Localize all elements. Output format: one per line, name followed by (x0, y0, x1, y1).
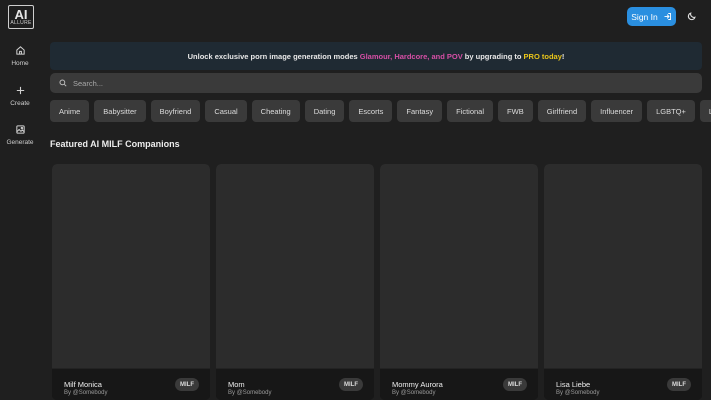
companion-name: Mom (228, 380, 245, 389)
sidebar-item-home[interactable]: Home (0, 45, 40, 67)
app-logo[interactable]: AI ALLURE (8, 5, 34, 29)
sidebar-item-label: Home (11, 60, 29, 67)
companion-tag: MILF (339, 378, 363, 391)
category-chip[interactable]: Influencer (591, 100, 643, 122)
companion-tag: MILF (175, 378, 199, 391)
banner-pro-link[interactable]: PRO today (524, 52, 562, 61)
companion-photo-placeholder (52, 164, 210, 369)
sidebar: Home Create Generate (0, 33, 40, 400)
banner-text: ! (561, 51, 565, 61)
companion-author: By @Somebody (228, 390, 272, 396)
category-chip[interactable]: Boyfriend (150, 100, 201, 122)
banner-text: by upgrading to (462, 51, 524, 61)
companion-photo-placeholder (380, 164, 538, 369)
category-chips: Anime Babysitter Boyfriend Casual Cheati… (50, 100, 711, 122)
companion-name: Mommy Aurora (392, 380, 443, 389)
card-footer: Mom By @Somebody MILF (216, 369, 374, 400)
logo-subtext: ALLURE (10, 20, 32, 26)
section-title: Featured AI MILF Companions (50, 139, 180, 149)
card-footer: Mommy Aurora By @Somebody MILF (380, 369, 538, 400)
category-chip[interactable]: Anime (50, 100, 90, 122)
companion-card[interactable]: Lisa Liebe By @Somebody MILF (544, 164, 702, 400)
companion-tag: MILF (503, 378, 527, 391)
companion-card[interactable]: Mom By @Somebody MILF (216, 164, 374, 400)
category-chip[interactable]: Fictional (447, 100, 494, 122)
sidebar-item-label: Create (10, 100, 30, 107)
category-chip[interactable]: Babysitter (94, 100, 146, 122)
card-footer: Lisa Liebe By @Somebody MILF (544, 369, 702, 400)
companion-cards: Milf Monica By @Somebody MILF Mom By @So… (52, 164, 711, 400)
category-chip[interactable]: Lon (699, 100, 711, 122)
category-chip[interactable]: Girlfriend (537, 100, 587, 122)
category-chip[interactable]: Escorts (349, 100, 393, 122)
companion-tag: MILF (667, 378, 691, 391)
sidebar-item-create[interactable]: Create (0, 85, 40, 107)
card-footer: Milf Monica By @Somebody MILF (52, 369, 210, 400)
sign-in-label: Sign In (631, 11, 658, 22)
category-chip[interactable]: FWB (498, 100, 533, 122)
companion-photo-placeholder (216, 164, 374, 369)
upgrade-banner[interactable]: Unlock exclusive porn image generation m… (50, 42, 702, 70)
companion-name: Milf Monica (64, 380, 102, 389)
companion-card[interactable]: Mommy Aurora By @Somebody MILF (380, 164, 538, 400)
sidebar-item-label: Generate (6, 139, 34, 146)
home-icon (15, 46, 25, 55)
category-chip[interactable]: Casual (205, 100, 247, 122)
companion-author: By @Somebody (392, 390, 436, 396)
category-chip[interactable]: Cheating (251, 100, 300, 122)
companion-author: By @Somebody (64, 390, 108, 396)
sidebar-item-generate[interactable]: Generate (0, 124, 40, 146)
sign-in-icon (664, 13, 671, 20)
image-icon (15, 125, 25, 134)
companion-card[interactable]: Milf Monica By @Somebody MILF (52, 164, 210, 400)
banner-text: Unlock exclusive porn image generation m… (187, 51, 360, 61)
companion-name: Lisa Liebe (556, 380, 591, 389)
banner-modes-link[interactable]: Glamour, Hardcore, and POV (360, 52, 463, 61)
search-icon (59, 79, 67, 87)
plus-icon (16, 86, 24, 95)
main-content: Unlock exclusive porn image generation m… (40, 33, 711, 400)
category-chip[interactable]: Fantasy (397, 100, 443, 122)
moon-icon[interactable] (687, 11, 697, 21)
companion-photo-placeholder (544, 164, 702, 369)
category-chip[interactable]: LGBTQ+ (647, 100, 695, 122)
top-bar: AI ALLURE Sign In (0, 0, 711, 33)
sign-in-button[interactable]: Sign In (627, 7, 676, 26)
companion-author: By @Somebody (556, 390, 600, 396)
search-input[interactable] (73, 78, 673, 88)
search-bar[interactable] (50, 73, 702, 93)
category-chip[interactable]: Dating (304, 100, 345, 122)
